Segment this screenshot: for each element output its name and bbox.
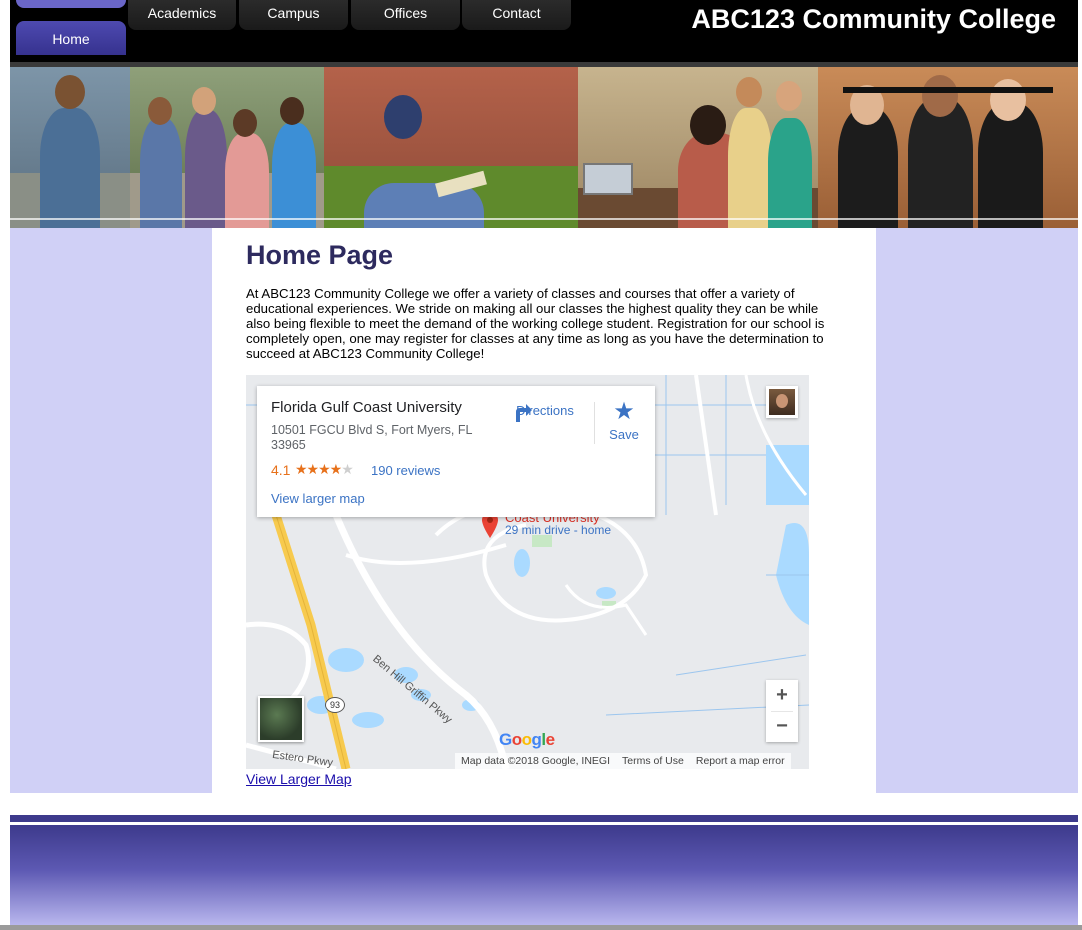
nav-tab-home[interactable]: Home: [16, 21, 126, 55]
directions-button[interactable]: Directions: [510, 400, 580, 450]
intro-paragraph: At ABC123 Community College we offer a v…: [246, 286, 825, 361]
right-sidebar-panel: [876, 228, 1078, 793]
place-rating: 4.1: [271, 462, 291, 478]
banner-photo-graduates: [818, 67, 1078, 228]
save-label: Save: [609, 427, 639, 442]
reviews-link[interactable]: 190 reviews: [371, 463, 440, 478]
view-larger-map-link[interactable]: View larger map: [271, 491, 365, 506]
site-title: ABC123 Community College: [691, 4, 1056, 34]
zoom-out-button[interactable]: −: [766, 711, 798, 742]
banner-photo-student-on-grass: [324, 67, 578, 228]
zoom-control: + −: [766, 680, 798, 742]
banner-photo-student-laptop: [578, 67, 818, 228]
banner-rule: [10, 218, 1078, 220]
nav-tab-contact[interactable]: Contact: [462, 0, 571, 30]
place-name: Florida Gulf Coast University: [271, 399, 462, 416]
report-map-error-link[interactable]: Report a map error: [696, 755, 785, 767]
card-divider: [594, 402, 595, 444]
user-avatar-button[interactable]: [766, 386, 798, 418]
window-bottom-edge: [0, 925, 1082, 930]
star-empty-icon: ★: [341, 461, 354, 477]
star-icon: ★: [613, 398, 635, 425]
nav-tab-campus[interactable]: Campus: [239, 0, 348, 30]
place-address: 10501 FGCU Blvd S, Fort Myers, FL 33965: [271, 423, 472, 452]
google-logo: Google: [499, 730, 555, 749]
banner-photo-student-reading: [10, 67, 130, 228]
directions-icon: [516, 404, 532, 422]
embedded-map[interactable]: Coast University 29 min drive - home Ben…: [246, 375, 809, 769]
place-info-card: Florida Gulf Coast University 10501 FGCU…: [257, 386, 655, 517]
footer-divider: [10, 815, 1078, 822]
left-sidebar-panel: [10, 228, 212, 793]
nav-tab-academics[interactable]: Academics: [128, 0, 236, 30]
banner-photo-students-walking: [130, 67, 324, 228]
nav-home-accent: [16, 0, 126, 8]
map-attribution: Map data ©2018 Google, INEGI Terms of Use…: [455, 753, 791, 769]
satellite-toggle-button[interactable]: [258, 696, 304, 742]
route-shield-icon: 93: [325, 697, 345, 713]
nav-tab-offices[interactable]: Offices: [351, 0, 460, 30]
page-title: Home Page: [246, 240, 394, 270]
site-footer: [10, 825, 1078, 925]
save-button[interactable]: ★ Save: [602, 400, 646, 450]
banner-photo-strip: [10, 67, 1078, 228]
rating-stars-icon: ★★★★★: [295, 461, 354, 478]
terms-of-use-link[interactable]: Terms of Use: [622, 755, 684, 767]
zoom-in-button[interactable]: +: [766, 680, 798, 711]
view-larger-map-link[interactable]: View Larger Map: [246, 771, 352, 787]
map-drive-time: 29 min drive - home: [505, 523, 612, 537]
star-filled-icon: ★★★★: [295, 461, 342, 477]
avatar: [769, 389, 795, 415]
map-data-credit: Map data ©2018 Google, INEGI: [461, 755, 610, 767]
